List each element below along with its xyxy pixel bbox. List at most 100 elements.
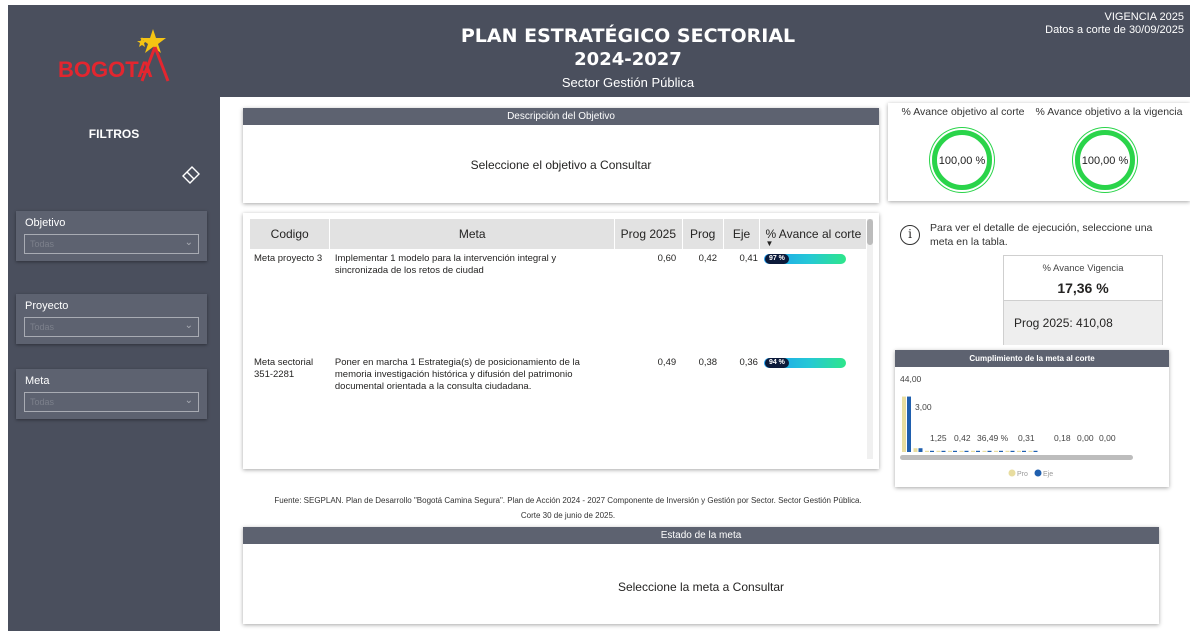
data-label: 0,18 [1054,433,1071,443]
bar-pro-7[interactable] [971,450,975,452]
objective-description-card: Descripción del Objetivo Seleccione el o… [243,108,879,203]
bar-pro-5[interactable] [948,450,952,452]
bar-pro-9[interactable] [994,450,998,452]
progress-corte-label: % Avance objetivo al corte [901,106,1025,118]
data-label: 1,25 [930,433,947,443]
table-row[interactable]: Meta sectorial 351-2281 Poner en marcha … [250,353,867,457]
row-eje: 0,36 [739,357,758,368]
table-scrollbar[interactable] [867,219,873,459]
bar-pro-4[interactable] [936,450,941,452]
row-codigo: Meta proyecto 3 [254,253,323,264]
corte-date: Datos a corte de 30/09/2025 [1045,24,1184,36]
col-prog2025[interactable]: Prog 2025 [614,219,683,249]
progress-vigencia-value: 100,00 % [1081,155,1129,167]
table-row[interactable]: Meta proyecto 3 Implementar 1 modelo par… [250,249,867,353]
col-avance[interactable]: % Avance al corte ▼ [759,219,867,249]
cumplimiento-header: Cumplimiento de la meta al corte [895,350,1169,367]
data-label: 36,49 % [977,433,1009,443]
table-scroll-thumb[interactable] [867,219,873,245]
cumplimiento-card: Cumplimiento de la meta al corte 44,00 3,… [895,350,1169,487]
bar-pro-1[interactable] [902,396,906,452]
progress-vigencia: % Avance objetivo a la vigencia [1034,106,1184,118]
vigencia-label: VIGENCIA 2025 [1104,11,1185,23]
filter-proyecto-value: Todas [30,322,55,332]
bar-pro-12[interactable] [1028,450,1033,452]
bar-eje-7[interactable] [976,450,980,452]
filter-objetivo-label: Objetivo [25,217,66,229]
estado-meta-header: Estado de la meta [243,527,1159,544]
avance-pill: 94 % [764,358,789,368]
filters-title: FILTROS [88,127,140,141]
bar-pro-10[interactable] [1005,450,1010,452]
vigencia-card-prog: Prog 2025: 410,08 [1004,300,1162,345]
legend-label-pro: Pro [1017,471,1028,478]
bar-eje-10[interactable] [1010,450,1015,452]
bar-pro-6[interactable] [959,450,964,452]
vigencia-info: VIGENCIA 2025 Datos a corte de 30/09/202… [1045,11,1184,37]
row-meta: Poner en marcha 1 Estrategia(s) de posic… [334,357,580,392]
row-meta: Implementar 1 modelo para la intervenció… [334,253,557,276]
row-avance: 97 % [760,249,867,353]
filter-objetivo-dropdown[interactable]: Todas ⌄ [24,234,199,254]
bar-pro-2[interactable] [913,448,918,452]
filter-meta-label: Meta [25,375,50,387]
info-text: Para ver el detalle de ejecución, selecc… [930,222,1153,248]
filter-proyecto: Proyecto Todas ⌄ [16,294,207,344]
page-period: 2024-2027 [574,49,682,70]
objective-progress-card: % Avance objetivo al corte % Avance obje… [888,103,1190,201]
bar-eje-11[interactable] [1022,450,1026,452]
filter-proyecto-dropdown[interactable]: Todas ⌄ [24,317,199,337]
col-eje[interactable]: Eje [723,219,761,249]
bar-pro-8[interactable] [982,450,987,452]
bar-eje-1[interactable] [907,396,911,452]
filter-proyecto-label: Proyecto [25,300,69,312]
bar-pro-3[interactable] [925,450,929,452]
page-subtitle: Sector Gestión Pública [561,75,695,90]
bar-eje-5[interactable] [953,450,957,452]
data-label: 0,00 [1077,433,1094,443]
vigencia-card: % Avance Vigencia 17,36 % Prog 2025: 410… [1003,255,1163,345]
data-label: 0,00 [1099,433,1116,443]
row-prog2025: 0,60 [657,253,677,264]
row-codigo: Meta sectorial 351-2281 [254,357,314,380]
avance-bar: 94 % [763,358,846,368]
info-icon: i [900,225,920,245]
filter-meta-dropdown[interactable]: Todas ⌄ [24,392,199,412]
data-label: 3,00 [915,402,932,412]
sort-desc-icon: ▼ [765,239,774,248]
progress-corte-ring: 100,00 % [932,130,992,190]
clear-filters-icon[interactable] [180,163,202,185]
metas-table-card: Codigo Meta Prog 2025 Prog Eje % Avance … [243,213,879,469]
progress-vigencia-ring: 100,00 % [1075,130,1135,190]
bar-eje-2[interactable] [918,448,923,452]
bar-eje-6[interactable] [964,450,969,452]
data-label: 0,42 [954,433,971,443]
bar-eje-9[interactable] [999,450,1003,452]
legend-marker-eje [1034,469,1042,477]
col-prog[interactable]: Prog [682,219,724,249]
estado-meta-card: Estado de la meta Seleccione la meta a C… [243,527,1159,624]
filter-objetivo: Objetivo Todas ⌄ [16,211,207,261]
title-block: PLAN ESTRATÉGICO SECTORIAL 2024-2027 Sec… [388,24,868,93]
col-avance-label: % Avance al corte [765,227,862,241]
bogota-logo: BOGOTA [58,23,188,85]
bar-eje-3[interactable] [930,450,934,452]
col-meta[interactable]: Meta [329,219,616,249]
bar-eje-8[interactable] [987,450,992,452]
legend-label-eje: Eje [1043,471,1053,478]
row-avance: 94 % [760,353,867,457]
col-codigo[interactable]: Codigo [250,219,331,249]
estado-meta-text: Seleccione la meta a Consultar [617,580,785,594]
legend-marker-pro [1008,469,1016,477]
avance-bar: 97 % [763,254,846,264]
row-prog: 0,42 [698,253,718,264]
bar-eje-12[interactable] [1033,450,1038,452]
filter-objetivo-value: Todas [30,239,55,249]
bar-eje-4[interactable] [941,450,946,452]
chart-scrollbar[interactable] [900,455,1133,460]
chevron-down-icon: ⌄ [184,395,193,406]
chevron-down-icon: ⌄ [184,237,193,248]
row-eje: 0,41 [739,253,758,264]
objective-description-text: Seleccione el objetivo a Consultar [470,158,652,172]
bar-pro-11[interactable] [1017,450,1021,452]
